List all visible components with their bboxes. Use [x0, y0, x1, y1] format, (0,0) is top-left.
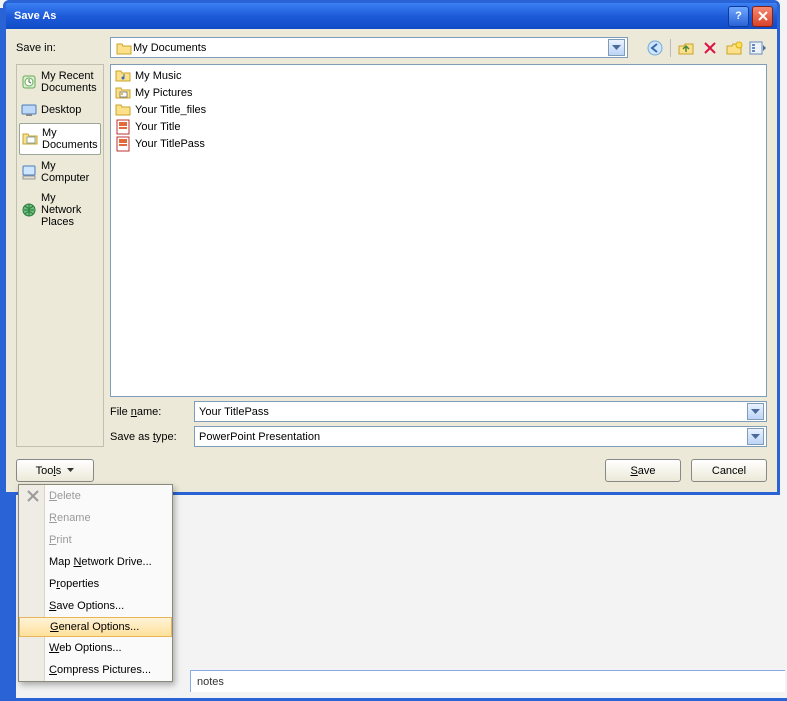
notes-pane[interactable]: notes	[190, 670, 785, 692]
menu-item-label: Web Options...	[49, 642, 122, 654]
delete-icon	[25, 488, 41, 504]
menu-item-label: Properties	[49, 578, 99, 590]
file-name: My Pictures	[135, 87, 192, 99]
places-item-documents[interactable]: My Documents	[19, 123, 101, 155]
menu-item-label: Print	[49, 534, 72, 546]
menu-item-label: Rename	[49, 512, 91, 524]
menu-item-map-network-drive[interactable]: Map Network Drive...	[19, 551, 172, 573]
tools-button[interactable]: Tools	[16, 459, 94, 482]
file-name: Your TitlePass	[135, 138, 205, 150]
titlebar[interactable]: Save As ?	[6, 3, 777, 29]
file-name: My Music	[135, 70, 181, 82]
places-item-label: My Computer	[41, 160, 99, 184]
documents-icon	[22, 131, 38, 147]
file-name: Your Title	[135, 121, 180, 133]
computer-icon	[21, 164, 37, 180]
save-as-type-combo[interactable]: PowerPoint Presentation	[194, 426, 767, 447]
folder-icon	[115, 102, 131, 118]
delete-icon[interactable]	[701, 39, 719, 57]
menu-item-save-options[interactable]: Save Options...	[19, 595, 172, 617]
views-icon[interactable]	[749, 39, 767, 57]
menu-item-rename: Rename	[19, 507, 172, 529]
filename-value: Your TitlePass	[199, 406, 747, 418]
file-item[interactable]: My Music	[115, 67, 762, 84]
places-item-network[interactable]: My Network Places	[19, 189, 101, 231]
save-button[interactable]: Save	[605, 459, 681, 482]
places-item-desktop[interactable]: Desktop	[19, 99, 101, 121]
file-item[interactable]: Your Title_files	[115, 101, 762, 118]
chevron-down-icon[interactable]	[747, 403, 764, 420]
folder-icon	[115, 39, 133, 57]
ppt-icon	[115, 136, 131, 152]
toolbar	[646, 39, 767, 57]
places-item-label: My Recent Documents	[41, 70, 99, 94]
file-item[interactable]: Your TitlePass	[115, 135, 762, 152]
menu-item-compress-pictures[interactable]: Compress Pictures...	[19, 659, 172, 681]
tools-menu: Delete Rename Print Map Network Drive... Pro…	[18, 484, 173, 682]
save-as-type-label: Save as type:	[110, 431, 188, 443]
places-item-computer[interactable]: My Computer	[19, 157, 101, 187]
menu-item-label: Compress Pictures...	[49, 664, 151, 676]
places-item-label: My Network Places	[41, 192, 99, 228]
chevron-down-icon[interactable]	[608, 39, 625, 56]
filename-label: File name:	[110, 406, 188, 418]
file-item[interactable]: Your Title	[115, 118, 762, 135]
menu-item-properties[interactable]: Properties	[19, 573, 172, 595]
file-item[interactable]: My Pictures	[115, 84, 762, 101]
places-bar: My Recent Documents Desktop My Documents My…	[16, 64, 104, 447]
file-list[interactable]: My Music My Pictures Your Title_files Your …	[110, 64, 767, 397]
file-name: Your Title_files	[135, 104, 206, 116]
cancel-button[interactable]: Cancel	[691, 459, 767, 482]
menu-item-label: Save Options...	[49, 600, 124, 612]
places-item-recent[interactable]: My Recent Documents	[19, 67, 101, 97]
menu-item-label: General Options...	[50, 621, 139, 633]
menu-item-label: Map Network Drive...	[49, 556, 152, 568]
help-button[interactable]: ?	[728, 6, 749, 27]
new-folder-icon[interactable]	[725, 39, 743, 57]
recent-icon	[21, 74, 37, 90]
save-as-type-value: PowerPoint Presentation	[199, 431, 747, 443]
filename-input[interactable]: Your TitlePass	[194, 401, 767, 422]
up-one-level-icon[interactable]	[677, 39, 695, 57]
menu-item-print: Print	[19, 529, 172, 551]
dialog-title: Save As	[14, 10, 725, 22]
places-item-label: Desktop	[41, 104, 81, 116]
save-in-value: My Documents	[133, 42, 608, 54]
back-icon[interactable]	[646, 39, 664, 57]
places-item-label: My Documents	[42, 127, 98, 151]
close-button[interactable]	[752, 6, 773, 27]
save-in-row: Save in: My Documents	[16, 37, 767, 58]
desktop-icon	[21, 102, 37, 118]
network-icon	[21, 202, 37, 218]
menu-item-label: Delete	[49, 490, 81, 502]
menu-item-general-options[interactable]: General Options...	[19, 617, 172, 637]
folder-music-icon	[115, 68, 131, 84]
save-in-label: Save in:	[16, 42, 102, 54]
chevron-down-icon[interactable]	[747, 428, 764, 445]
folder-pictures-icon	[115, 85, 131, 101]
menu-item-delete: Delete	[19, 485, 172, 507]
save-in-combo[interactable]: My Documents	[110, 37, 628, 58]
menu-item-web-options[interactable]: Web Options...	[19, 637, 172, 659]
save-as-dialog: Save As ? Save in: My Documents	[3, 0, 780, 495]
ppt-icon	[115, 119, 131, 135]
